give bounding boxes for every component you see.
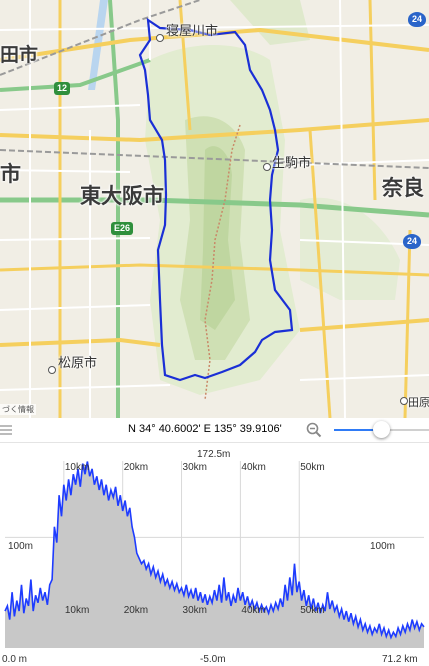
distance-tick-bottom: 40km xyxy=(241,605,265,616)
start-distance-label: 0.0 m xyxy=(2,654,27,665)
distance-tick-bottom: 10km xyxy=(65,605,89,616)
route-shield-e26: E26 xyxy=(111,222,134,235)
distance-tick-top: 50km xyxy=(300,462,324,473)
toolbar: N 34° 40.6002' E 135° 39.9106' xyxy=(0,418,429,443)
city-marker-matsubara xyxy=(48,366,56,374)
map-label-higashiosaka: 東大阪市 xyxy=(80,184,164,208)
zoom-slider[interactable] xyxy=(334,421,429,439)
route-shield-24: 24 xyxy=(403,234,422,249)
map-label-ikoma: 生駒市 xyxy=(272,156,312,171)
mid-elevation-label-left: 100m xyxy=(8,541,33,552)
map-view[interactable]: 寝屋川市 生駒市 東大阪市 奈良 松原市 田原 田市 市 12 E26 24 2… xyxy=(0,0,429,418)
distance-tick-top: 40km xyxy=(241,462,265,473)
city-marker-takada xyxy=(400,397,408,405)
map-credit: づく情報 xyxy=(0,404,36,415)
map-label-neyagawa: 寝屋川市 xyxy=(166,24,219,39)
route-shield-24-top: 24 xyxy=(408,12,427,27)
elevation-chart: 10km 10km 20km 20km 30km 30km 40km 40km 50km 50km… xyxy=(2,449,425,665)
zoom-slider-knob[interactable] xyxy=(373,421,390,438)
map-label-nara: 奈良 xyxy=(382,176,424,200)
distance-tick-top: 10km xyxy=(65,462,89,473)
distance-tick-bottom: 30km xyxy=(183,605,207,616)
route-shield-12: 12 xyxy=(54,82,71,95)
map-label-left-city: 田市 xyxy=(0,44,39,66)
map-label-takada: 田原 xyxy=(408,396,429,409)
elevation-profile[interactable]: 10km 10km 20km 20km 30km 30km 40km 40km 50km 50km… xyxy=(0,443,429,666)
map-label-left-edge: 市 xyxy=(0,162,21,186)
distance-tick-bottom: 50km xyxy=(300,605,324,616)
end-distance-label: 71.2 km xyxy=(382,654,418,665)
min-elevation-label: -5.0m xyxy=(200,654,226,665)
menu-icon[interactable] xyxy=(0,423,12,437)
distance-tick-top: 30km xyxy=(183,462,207,473)
max-elevation-label: 172.5m xyxy=(197,449,230,460)
distance-tick-bottom: 20km xyxy=(124,605,148,616)
mid-elevation-label-right: 100m xyxy=(370,541,395,552)
map-label-matsubara: 松原市 xyxy=(58,356,98,371)
zoom-icon[interactable] xyxy=(306,422,322,438)
city-marker-neyagawa xyxy=(156,34,164,42)
coordinates-readout: N 34° 40.6002' E 135° 39.9106' xyxy=(128,423,282,435)
city-marker-ikoma xyxy=(263,163,271,171)
distance-tick-top: 20km xyxy=(124,462,148,473)
